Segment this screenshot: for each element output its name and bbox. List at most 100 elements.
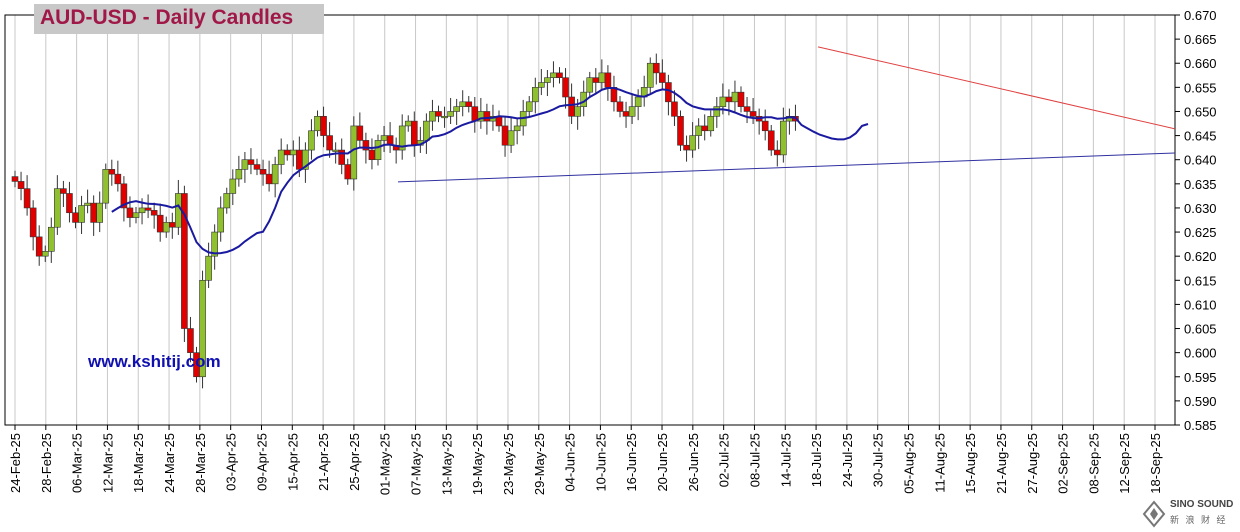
y-tick-label: 0.615	[1184, 273, 1217, 288]
candle-body	[78, 205, 85, 223]
candle-body	[332, 149, 339, 152]
x-tick-label: 21-Aug-25	[994, 433, 1009, 494]
candle-body	[96, 202, 103, 223]
y-tick-label: 0.595	[1184, 370, 1217, 385]
candle-body	[60, 188, 67, 194]
candle-body	[356, 125, 364, 141]
candle-body	[513, 125, 521, 132]
candle-body	[659, 72, 666, 83]
candle-body	[66, 193, 73, 214]
candle-body	[701, 125, 709, 132]
candle-body	[217, 207, 224, 233]
candle-body	[187, 328, 194, 353]
candle-body	[592, 77, 600, 83]
y-tick-label: 0.670	[1184, 8, 1217, 23]
y-tick-label: 0.620	[1184, 249, 1217, 264]
candle-body	[84, 202, 91, 206]
candle-body	[725, 96, 733, 103]
x-tick-label: 13-May-25	[439, 433, 454, 495]
candle-body	[586, 77, 594, 93]
candle-body	[646, 62, 654, 88]
candle-body	[265, 173, 273, 185]
candle-body	[731, 91, 739, 103]
candlestick-chart: 0.670 0.665 0.660 0.655 0.650 0.645 0.640 0.635…	[4, 8, 1217, 495]
candle-body	[453, 106, 460, 112]
candle-body	[652, 62, 660, 74]
candle-body	[235, 169, 243, 180]
candle-body	[568, 96, 575, 117]
candle-body	[683, 144, 690, 151]
candle-body	[767, 130, 775, 151]
candle-body	[102, 169, 110, 204]
x-tick-label: 15-Apr-25	[285, 433, 300, 491]
website-label[interactable]: www.kshitij.com	[88, 352, 221, 372]
candle-body	[737, 91, 745, 107]
y-tick-label: 0.665	[1184, 32, 1217, 47]
candle-body	[423, 120, 430, 141]
x-tick-label: 09-Apr-25	[254, 433, 269, 491]
candle-body	[314, 115, 321, 132]
x-tick-label: 24-Feb-25	[8, 433, 23, 493]
candle-body	[23, 188, 31, 209]
candle-body	[114, 173, 122, 185]
candle-body	[132, 212, 140, 218]
candle-body	[598, 72, 606, 83]
x-tick-label: 12-Mar-25	[100, 433, 115, 493]
x-tick-label: 02-Sep-25	[1056, 433, 1071, 494]
candle-body	[544, 77, 551, 83]
logo-subtext: 新 浪 财 经	[1170, 515, 1228, 525]
candle-body	[380, 135, 388, 141]
x-tick-label: 06-Mar-25	[70, 433, 85, 493]
x-tick-label: 04-Jun-25	[563, 433, 578, 492]
candle-body	[435, 111, 442, 117]
x-tick-label: 02-Jul-25	[717, 433, 732, 487]
candle-body	[689, 135, 696, 151]
candle-body	[525, 101, 533, 112]
x-tick-label: 14-Jul-25	[778, 433, 793, 487]
candle-body	[72, 212, 79, 223]
x-tick-label: 08-Jul-25	[747, 433, 762, 487]
x-tick-label: 18-Jul-25	[809, 433, 824, 487]
candle-body	[156, 214, 164, 233]
x-tick-label: 30-Jul-25	[871, 433, 886, 487]
y-tick-label: 0.600	[1184, 346, 1217, 361]
y-tick-label: 0.585	[1184, 418, 1217, 433]
candle-body	[350, 125, 358, 180]
candle-body	[429, 111, 436, 122]
candle-body	[556, 72, 563, 79]
x-tick-label: 28-Mar-25	[193, 433, 208, 493]
candle-body	[54, 188, 61, 228]
y-tick-label: 0.625	[1184, 225, 1217, 240]
x-tick-label: 19-May-25	[470, 433, 485, 495]
candle-body	[283, 149, 291, 156]
candle-body	[169, 222, 176, 228]
candle-body	[550, 72, 557, 79]
x-tick-label: 16-Jun-25	[624, 433, 639, 492]
candle-body	[205, 255, 212, 281]
candle-body	[671, 101, 678, 117]
candle-body	[277, 149, 285, 165]
candle-body	[761, 120, 769, 132]
x-tick-label: 11-Aug-25	[932, 433, 947, 493]
candle-body	[326, 135, 333, 151]
candle-body	[531, 87, 539, 103]
candle-body	[29, 207, 37, 238]
candle-body	[773, 149, 781, 156]
candle-body	[465, 101, 473, 107]
candle-body	[126, 207, 134, 218]
x-tick-label: 18-Mar-25	[131, 433, 146, 493]
candle-body	[749, 111, 757, 117]
candle-body	[11, 176, 19, 182]
x-tick-label: 25-Apr-25	[347, 433, 362, 491]
chart-title: AUD-USD - Daily Candles	[40, 6, 294, 29]
candle-body	[289, 149, 297, 156]
x-tick-label: 01-May-25	[378, 433, 393, 495]
candle-body	[538, 82, 545, 88]
candle-body	[562, 77, 569, 98]
candle-body	[719, 96, 727, 107]
candle-body	[410, 120, 418, 146]
candle-body	[259, 169, 267, 175]
x-tick-label: 21-Apr-25	[316, 433, 331, 491]
candle-body	[90, 202, 97, 223]
x-tick-label: 26-Jun-25	[686, 433, 701, 492]
